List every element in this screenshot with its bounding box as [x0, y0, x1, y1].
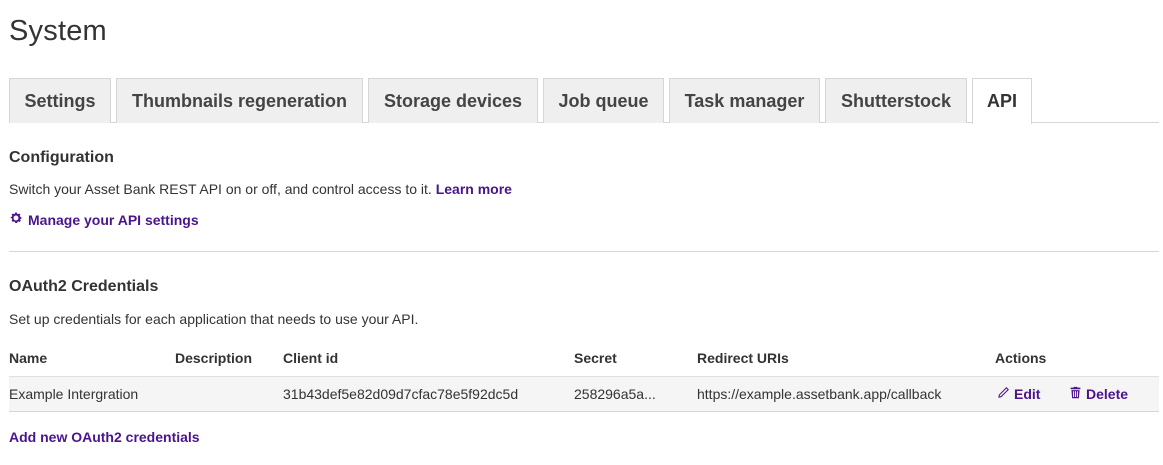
- add-oauth-credentials-link[interactable]: Add new OAuth2 credentials: [9, 429, 200, 445]
- column-header-redirect-uris: Redirect URIs: [697, 350, 789, 366]
- pencil-icon: [997, 386, 1010, 402]
- tab-label: API: [986, 91, 1017, 111]
- oauth-title: OAuth2 Credentials: [9, 278, 159, 295]
- tab-storage-devices[interactable]: Storage devices: [368, 78, 538, 123]
- column-header-description: Description: [175, 350, 253, 366]
- tab-bar: Settings Thumbnails regeneration Storage…: [9, 78, 1159, 124]
- cell-secret: 258296a5a...: [574, 386, 656, 402]
- tab-api[interactable]: API: [972, 78, 1032, 124]
- configuration-title: Configuration: [9, 149, 114, 166]
- manage-api-settings-label: Manage your API settings: [28, 211, 199, 228]
- column-header-client-id: Client id: [283, 350, 339, 366]
- tab-settings[interactable]: Settings: [9, 78, 111, 123]
- tab-task-manager[interactable]: Task manager: [669, 78, 820, 123]
- tab-label: Job queue: [558, 90, 649, 111]
- delete-button[interactable]: Delete: [1069, 386, 1128, 402]
- section-divider: [9, 251, 1159, 252]
- tab-shutterstock[interactable]: Shutterstock: [825, 78, 967, 123]
- cell-name: Example Intergration: [9, 386, 139, 402]
- trash-icon: [1069, 386, 1082, 402]
- page-title: System: [9, 15, 107, 47]
- edit-label: Edit: [1014, 386, 1041, 402]
- configuration-description: Switch your Asset Bank REST API on or of…: [9, 181, 512, 197]
- tab-label: Storage devices: [383, 90, 523, 111]
- cell-client-id: 31b43def5e82d09d7cfac78e5f92dc5d: [283, 386, 519, 402]
- tab-label: Settings: [24, 90, 96, 111]
- configuration-description-text: Switch your Asset Bank REST API on or of…: [9, 181, 432, 197]
- column-header-secret: Secret: [574, 350, 617, 366]
- column-header-name: Name: [9, 350, 48, 366]
- tab-label: Task manager: [684, 90, 805, 111]
- manage-api-settings-link[interactable]: Manage your API settings: [9, 211, 199, 228]
- tab-label: Shutterstock: [840, 90, 952, 111]
- gear-icon: [9, 211, 23, 228]
- learn-more-link[interactable]: Learn more: [436, 181, 512, 197]
- edit-button[interactable]: Edit: [997, 386, 1040, 402]
- tab-thumbnails-regeneration[interactable]: Thumbnails regeneration: [116, 78, 363, 123]
- cell-redirect-uris: https://example.assetbank.app/callback: [697, 386, 942, 402]
- tab-label: Thumbnails regeneration: [131, 90, 348, 111]
- tab-job-queue[interactable]: Job queue: [543, 78, 664, 123]
- delete-label: Delete: [1086, 386, 1129, 402]
- column-header-actions: Actions: [995, 350, 1047, 366]
- oauth-description: Set up credentials for each application …: [9, 311, 419, 327]
